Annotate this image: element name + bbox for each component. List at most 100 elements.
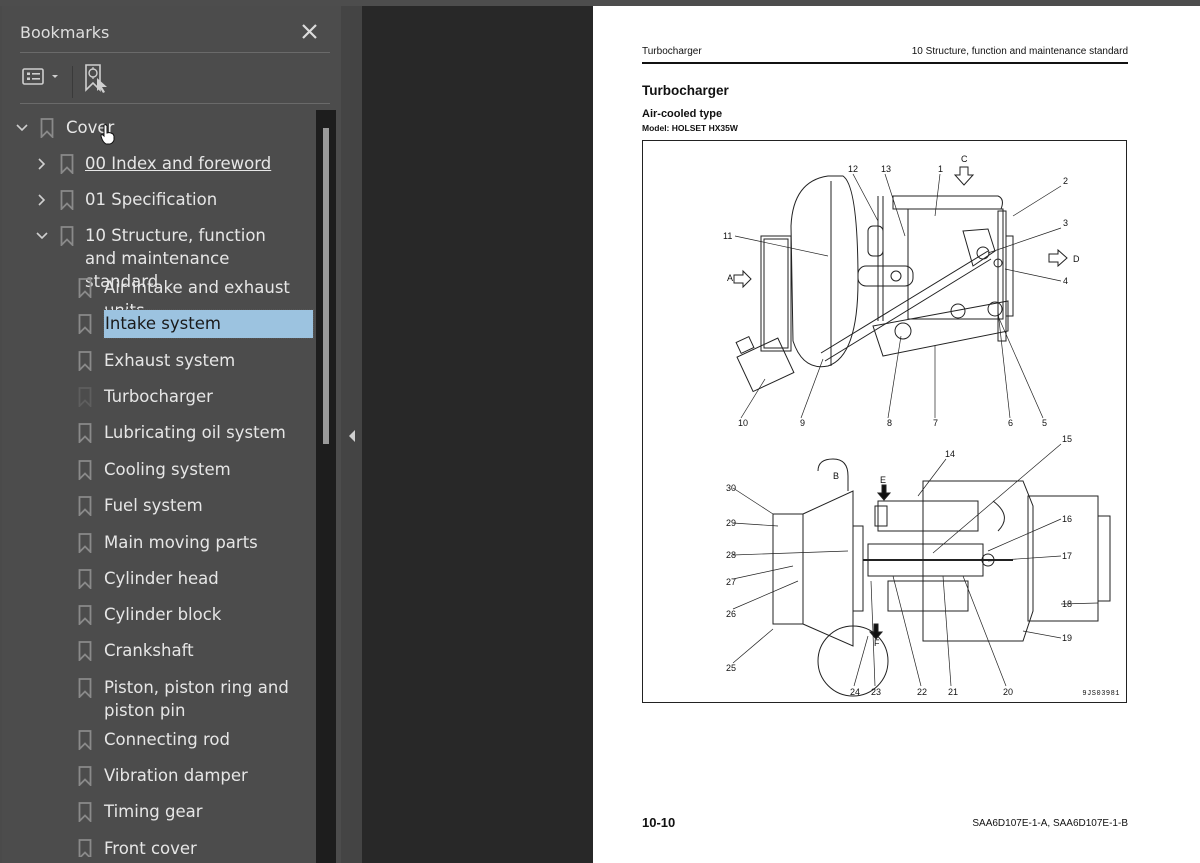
svg-text:14: 14 bbox=[945, 449, 955, 459]
bookmark-icon bbox=[60, 190, 74, 210]
svg-text:3: 3 bbox=[1063, 218, 1068, 228]
flow-arrows bbox=[733, 166, 1068, 289]
bookmark-label[interactable]: Turbocharger bbox=[104, 385, 300, 408]
bookmark-tree: Cover 00 Index and foreword 01 Specificati… bbox=[0, 104, 314, 857]
svg-text:17: 17 bbox=[1062, 551, 1072, 561]
svg-text:21: 21 bbox=[948, 687, 958, 697]
bookmark-label[interactable]: Fuel system bbox=[104, 494, 300, 517]
bookmark-scrollbar-thumb[interactable] bbox=[323, 128, 329, 444]
turbo-external-view bbox=[735, 175, 1014, 393]
bookmark-icon bbox=[78, 387, 92, 407]
bookmark-options-dropdown[interactable] bbox=[20, 64, 64, 90]
header-rule bbox=[642, 62, 1128, 64]
svg-text:19: 19 bbox=[1062, 633, 1072, 643]
bookmark-label[interactable]: 01 Specification bbox=[85, 188, 300, 211]
svg-text:11: 11 bbox=[723, 231, 732, 241]
bookmark-label[interactable]: Exhaust system bbox=[104, 349, 300, 372]
leader-lines-top bbox=[734, 173, 1062, 419]
list-options-icon bbox=[22, 68, 58, 85]
turbo-section-view bbox=[772, 458, 1111, 697]
collapse-panel-button[interactable] bbox=[347, 428, 357, 442]
flow-label-e: E bbox=[880, 475, 886, 485]
flow-label-b: B bbox=[833, 471, 839, 481]
bookmark-label[interactable]: Lubricating oil system bbox=[104, 421, 300, 444]
chevron-right-icon[interactable] bbox=[35, 157, 49, 171]
bookmark-label[interactable]: Vibration damper bbox=[104, 764, 300, 787]
svg-text:9: 9 bbox=[800, 418, 805, 428]
svg-text:20: 20 bbox=[1003, 687, 1013, 697]
svg-text:22: 22 bbox=[917, 687, 927, 697]
bookmark-icon bbox=[78, 533, 92, 553]
callout-labels-section: B E F 14 15 16 17 18 19 20 21 22 23 24 2… bbox=[726, 434, 1072, 697]
svg-text:7: 7 bbox=[933, 418, 938, 428]
new-bookmark-button[interactable] bbox=[82, 62, 112, 94]
bookmark-label[interactable]: Piston, piston ring and piston pin bbox=[104, 676, 300, 722]
svg-text:10: 10 bbox=[738, 418, 748, 428]
svg-text:13: 13 bbox=[881, 164, 891, 174]
bookmark-icon bbox=[78, 423, 92, 443]
svg-text:2: 2 bbox=[1063, 176, 1068, 186]
bookmark-icon bbox=[78, 496, 92, 516]
flow-label-d: D bbox=[1073, 254, 1080, 264]
chevron-down-icon[interactable] bbox=[15, 121, 29, 135]
bookmark-label[interactable]: Cylinder block bbox=[104, 603, 300, 626]
bookmark-icon bbox=[60, 154, 74, 174]
bookmark-icon bbox=[78, 605, 92, 625]
bookmark-icon bbox=[78, 278, 92, 298]
bookmark-label[interactable]: 00 Index and foreword bbox=[85, 152, 300, 175]
bookmark-label[interactable]: Cylinder head bbox=[104, 567, 300, 590]
bookmark-icon bbox=[78, 678, 92, 698]
svg-text:8: 8 bbox=[887, 418, 892, 428]
close-icon bbox=[302, 24, 317, 39]
close-panel-button[interactable] bbox=[298, 20, 322, 44]
bookmark-label[interactable]: Timing gear bbox=[104, 800, 300, 823]
page-title: Turbocharger bbox=[642, 83, 729, 98]
chevron-right-icon[interactable] bbox=[35, 193, 49, 207]
bookmark-icon bbox=[60, 226, 74, 246]
svg-text:5: 5 bbox=[1042, 418, 1047, 428]
flow-label-f: F bbox=[874, 638, 880, 648]
svg-text:24: 24 bbox=[850, 687, 860, 697]
bookmark-label[interactable]: Front cover bbox=[104, 837, 300, 857]
bookmark-icon bbox=[78, 802, 92, 822]
svg-text:30: 30 bbox=[726, 483, 736, 493]
bookmark-icon bbox=[78, 839, 92, 857]
page-header-section: Turbocharger bbox=[642, 46, 702, 57]
bookmark-label[interactable]: Connecting rod bbox=[104, 728, 300, 751]
chevron-down-icon[interactable] bbox=[35, 229, 49, 243]
bookmark-icon bbox=[78, 351, 92, 371]
flow-label-c: C bbox=[961, 154, 968, 164]
turbocharger-figure: A C D 1 2 3 4 5 6 7 8 9 10 11 12 13 B E … bbox=[642, 140, 1127, 703]
page-number: 10-10 bbox=[642, 815, 676, 830]
panel-title: Bookmarks bbox=[20, 23, 110, 42]
hand-cursor-icon bbox=[100, 124, 115, 145]
new-bookmark-icon bbox=[85, 64, 107, 93]
bookmark-icon bbox=[40, 118, 54, 138]
triangle-left-icon bbox=[349, 430, 355, 442]
document-page: Turbocharger 10 Structure, function and … bbox=[593, 6, 1200, 863]
bookmark-icon bbox=[78, 460, 92, 480]
bookmark-label[interactable]: Crankshaft bbox=[104, 639, 300, 662]
bookmark-icon bbox=[78, 766, 92, 786]
bookmark-icon bbox=[78, 641, 92, 661]
panel-divider bbox=[20, 52, 330, 53]
page-footer-model: SAA6D107E-1-A, SAA6D107E-1-B bbox=[972, 818, 1128, 829]
bookmark-icon bbox=[78, 569, 92, 589]
page-subtitle: Air-cooled type bbox=[642, 108, 723, 120]
svg-text:4: 4 bbox=[1063, 276, 1068, 286]
svg-text:26: 26 bbox=[726, 609, 736, 619]
leader-lines-section bbox=[732, 443, 1099, 687]
bookmark-label[interactable]: Cooling system bbox=[104, 458, 300, 481]
bookmark-icon bbox=[78, 730, 92, 750]
toolbar-separator bbox=[72, 66, 73, 98]
figure-code: 9JS03981 bbox=[1082, 690, 1120, 698]
svg-text:25: 25 bbox=[726, 663, 736, 673]
model-label: Model: HOLSET HX35W bbox=[642, 123, 738, 133]
page-header-chapter: 10 Structure, function and maintenance s… bbox=[911, 46, 1128, 57]
bookmark-label[interactable]: Intake system bbox=[103, 309, 314, 339]
svg-text:16: 16 bbox=[1062, 514, 1072, 524]
flow-label-a: A bbox=[727, 273, 733, 283]
bookmark-label[interactable]: Main moving parts bbox=[104, 531, 300, 554]
svg-text:23: 23 bbox=[871, 687, 881, 697]
svg-text:15: 15 bbox=[1062, 434, 1072, 444]
